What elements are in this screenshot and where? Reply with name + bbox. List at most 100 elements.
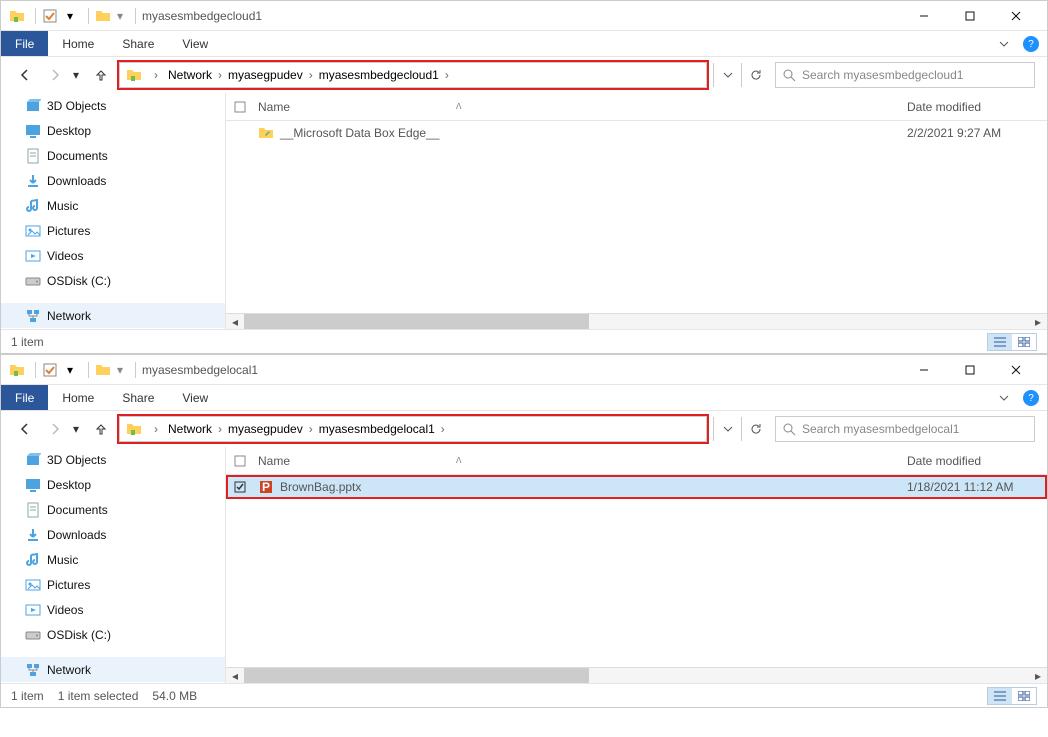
nav-item[interactable]: Desktop bbox=[1, 118, 225, 143]
nav-item[interactable]: OSDisk (C:) bbox=[1, 268, 225, 293]
minimize-button[interactable] bbox=[901, 355, 947, 385]
checkbox-icon[interactable] bbox=[42, 362, 58, 378]
refresh-button[interactable] bbox=[741, 417, 769, 441]
address-bar[interactable]: › Network›myasegpudev›myasesmbedgecloud1… bbox=[119, 62, 707, 88]
search-box[interactable] bbox=[775, 62, 1035, 88]
qat-dropdown-icon[interactable]: ▾ bbox=[115, 362, 125, 378]
file-row[interactable]: __Microsoft Data Box Edge__2/2/2021 9:27… bbox=[226, 121, 1047, 145]
navigation-pane[interactable]: 3D ObjectsDesktopDocumentsDownloadsMusic… bbox=[1, 447, 226, 683]
nav-item[interactable]: 3D Objects bbox=[1, 447, 225, 472]
navigation-pane[interactable]: 3D ObjectsDesktopDocumentsDownloadsMusic… bbox=[1, 93, 226, 329]
breadcrumb-segment[interactable]: myasesmbedgecloud1 bbox=[317, 68, 441, 82]
nav-item[interactable]: Pictures bbox=[1, 572, 225, 597]
qat-dropdown-icon[interactable]: ▾ bbox=[62, 8, 78, 24]
column-headers[interactable]: Nameᐱ Date modified bbox=[226, 447, 1047, 475]
file-tab[interactable]: File bbox=[1, 385, 48, 410]
qat-dropdown-icon[interactable]: ▾ bbox=[62, 362, 78, 378]
address-dropdown-icon[interactable] bbox=[713, 63, 741, 87]
chevron-right-icon[interactable]: › bbox=[305, 68, 317, 82]
qat-dropdown-icon[interactable]: ▾ bbox=[115, 8, 125, 24]
details-view-icon[interactable] bbox=[988, 688, 1012, 704]
help-icon[interactable]: ? bbox=[1023, 36, 1039, 52]
column-headers[interactable]: Nameᐱ Date modified bbox=[226, 93, 1047, 121]
view-tab[interactable]: View bbox=[168, 385, 222, 410]
nav-item[interactable]: Downloads bbox=[1, 522, 225, 547]
close-button[interactable] bbox=[993, 355, 1039, 385]
help-icon[interactable]: ? bbox=[1023, 390, 1039, 406]
scroll-right-icon[interactable]: ▸ bbox=[1029, 668, 1047, 683]
nav-item[interactable]: Downloads bbox=[1, 168, 225, 193]
nav-item[interactable]: Pictures bbox=[1, 218, 225, 243]
column-date[interactable]: Date modified bbox=[907, 454, 1047, 468]
minimize-button[interactable] bbox=[901, 1, 947, 31]
view-toggle[interactable] bbox=[987, 687, 1037, 705]
search-input[interactable] bbox=[802, 422, 1028, 436]
scroll-right-icon[interactable]: ▸ bbox=[1029, 314, 1047, 329]
home-tab[interactable]: Home bbox=[48, 31, 108, 56]
nav-item[interactable]: Network bbox=[1, 657, 225, 682]
file-tab[interactable]: File bbox=[1, 31, 48, 56]
breadcrumb-segment[interactable]: Network bbox=[166, 422, 214, 436]
scroll-left-icon[interactable]: ◂ bbox=[226, 668, 244, 683]
file-list-rows[interactable]: __Microsoft Data Box Edge__2/2/2021 9:27… bbox=[226, 121, 1047, 313]
history-dropdown-icon[interactable]: ▾ bbox=[73, 68, 83, 82]
nav-item[interactable]: Desktop bbox=[1, 472, 225, 497]
breadcrumb-segment[interactable]: myasesmbedgelocal1 bbox=[317, 422, 437, 436]
ribbon-expand-icon[interactable] bbox=[989, 31, 1019, 56]
nav-item[interactable]: Videos bbox=[1, 597, 225, 622]
nav-item[interactable]: Documents bbox=[1, 143, 225, 168]
address-dropdown-icon[interactable] bbox=[713, 417, 741, 441]
scrollbar-thumb[interactable] bbox=[244, 314, 589, 329]
nav-item[interactable]: Documents bbox=[1, 497, 225, 522]
search-box[interactable] bbox=[775, 416, 1035, 442]
close-button[interactable] bbox=[993, 1, 1039, 31]
row-checkbox[interactable] bbox=[226, 481, 254, 493]
breadcrumb-segment[interactable]: myasegpudev bbox=[226, 68, 305, 82]
search-input[interactable] bbox=[802, 68, 1028, 82]
maximize-button[interactable] bbox=[947, 1, 993, 31]
chevron-right-icon[interactable]: › bbox=[150, 422, 162, 436]
ribbon-expand-icon[interactable] bbox=[989, 385, 1019, 410]
chevron-right-icon[interactable]: › bbox=[214, 68, 226, 82]
horizontal-scrollbar[interactable]: ◂ ▸ bbox=[226, 313, 1047, 329]
nav-item[interactable]: 3D Objects bbox=[1, 93, 225, 118]
view-toggle[interactable] bbox=[987, 333, 1037, 351]
up-button[interactable] bbox=[89, 63, 113, 87]
history-dropdown-icon[interactable]: ▾ bbox=[73, 422, 83, 436]
breadcrumb-segment[interactable]: myasegpudev bbox=[226, 422, 305, 436]
back-button[interactable] bbox=[13, 63, 37, 87]
address-bar[interactable]: › Network›myasegpudev›myasesmbedgelocal1… bbox=[119, 416, 707, 442]
file-list-rows[interactable]: PBrownBag.pptx1/18/2021 11:12 AM bbox=[226, 475, 1047, 667]
column-date[interactable]: Date modified bbox=[907, 100, 1047, 114]
view-tab[interactable]: View bbox=[168, 31, 222, 56]
scroll-left-icon[interactable]: ◂ bbox=[226, 314, 244, 329]
up-button[interactable] bbox=[89, 417, 113, 441]
icons-view-icon[interactable] bbox=[1012, 688, 1036, 704]
forward-button[interactable] bbox=[43, 417, 67, 441]
nav-item[interactable]: Videos bbox=[1, 243, 225, 268]
maximize-button[interactable] bbox=[947, 355, 993, 385]
back-button[interactable] bbox=[13, 417, 37, 441]
home-tab[interactable]: Home bbox=[48, 385, 108, 410]
chevron-right-icon[interactable]: › bbox=[214, 422, 226, 436]
nav-item[interactable]: Music bbox=[1, 547, 225, 572]
select-all-checkbox[interactable] bbox=[226, 101, 254, 113]
forward-button[interactable] bbox=[43, 63, 67, 87]
details-view-icon[interactable] bbox=[988, 334, 1012, 350]
breadcrumb-segment[interactable]: Network bbox=[166, 68, 214, 82]
checkbox-icon[interactable] bbox=[42, 8, 58, 24]
chevron-right-icon[interactable]: › bbox=[305, 422, 317, 436]
select-all-checkbox[interactable] bbox=[226, 455, 254, 467]
nav-item[interactable]: OSDisk (C:) bbox=[1, 622, 225, 647]
chevron-right-icon[interactable]: › bbox=[441, 68, 453, 82]
chevron-right-icon[interactable]: › bbox=[437, 422, 449, 436]
chevron-right-icon[interactable]: › bbox=[150, 68, 162, 82]
file-row[interactable]: PBrownBag.pptx1/18/2021 11:12 AM bbox=[226, 475, 1047, 499]
nav-item[interactable]: Network bbox=[1, 303, 225, 328]
share-tab[interactable]: Share bbox=[108, 31, 168, 56]
scrollbar-thumb[interactable] bbox=[244, 668, 589, 683]
refresh-button[interactable] bbox=[741, 63, 769, 87]
horizontal-scrollbar[interactable]: ◂ ▸ bbox=[226, 667, 1047, 683]
nav-item[interactable]: Music bbox=[1, 193, 225, 218]
share-tab[interactable]: Share bbox=[108, 385, 168, 410]
